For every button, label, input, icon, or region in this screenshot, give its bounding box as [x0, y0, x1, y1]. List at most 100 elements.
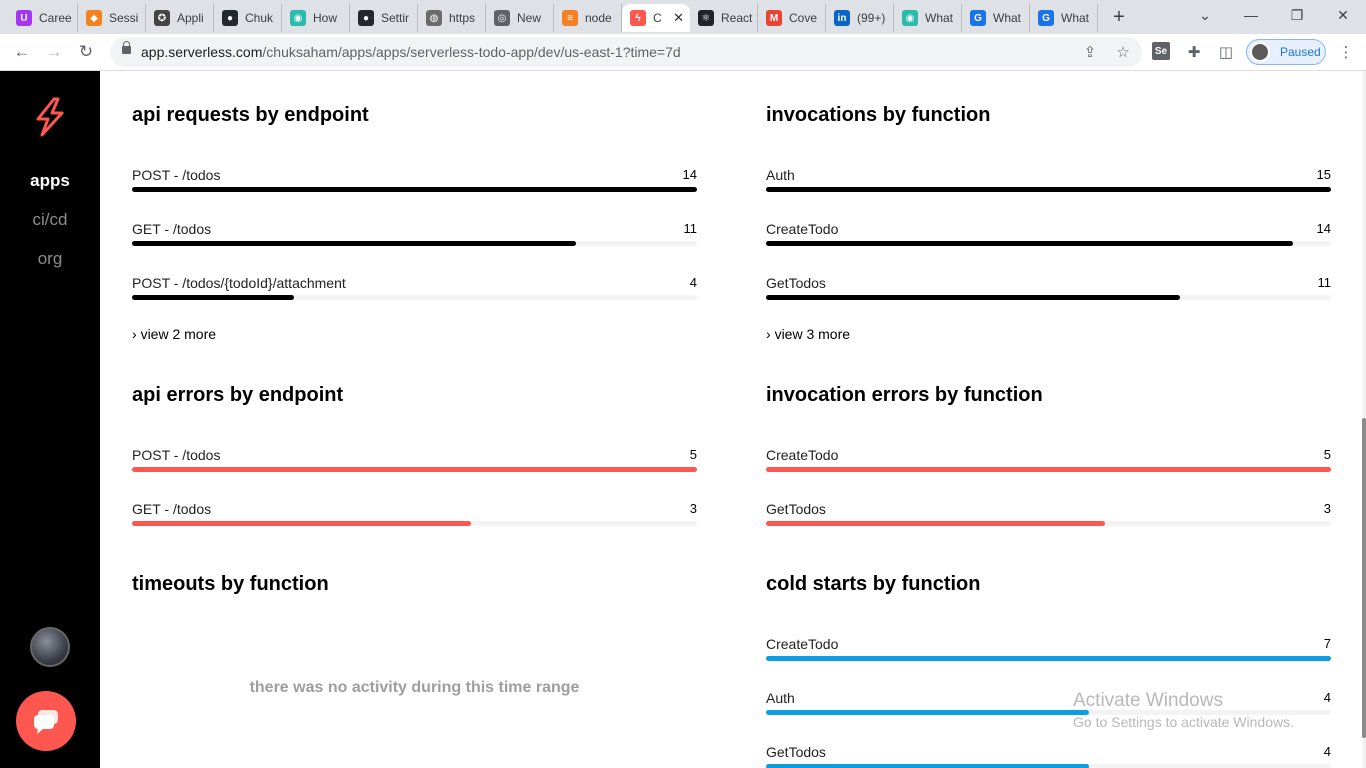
metric-row[interactable]: GET - /todos 11 [132, 221, 697, 261]
browser-tab[interactable]: ⚛ React [690, 4, 758, 32]
metric-row[interactable]: Auth 15 [766, 167, 1331, 207]
metric-bar-track [766, 187, 1331, 192]
share-icon[interactable]: ⇪ [1080, 42, 1100, 62]
metric-label: CreateTodo [766, 447, 839, 463]
metric-row[interactable]: POST - /todos 5 [132, 447, 697, 487]
metric-value: 5 [689, 447, 697, 462]
metric-bar-fill [132, 241, 577, 246]
browser-tab[interactable]: ◍ https [418, 4, 486, 32]
browser-tab[interactable]: ◉ What [894, 4, 962, 32]
profile-button[interactable]: Paused [1246, 39, 1326, 65]
metric-value: 4 [689, 275, 697, 290]
browser-tab[interactable]: ϟ C ✕ [622, 4, 690, 32]
browser-tab[interactable]: ◎ New [486, 4, 554, 32]
browser-tab[interactable]: ✪ Appli [146, 4, 214, 32]
github-icon: ● [222, 10, 238, 26]
metric-label: GET - /todos [132, 501, 212, 517]
extensions-puzzle-icon[interactable]: ✚ [1184, 42, 1204, 62]
metric-value: 15 [1316, 167, 1331, 182]
metric-row[interactable]: POST - /todos 14 [132, 167, 697, 207]
grammarly-icon: G [970, 10, 986, 26]
metric-row[interactable]: GetTodos 4 [766, 744, 1331, 768]
metric-label: Auth [766, 167, 795, 183]
sidebar-item-cicd[interactable]: ci/cd [0, 210, 100, 230]
forward-arrow-icon[interactable]: → [42, 40, 66, 64]
tab-title: Sessi [109, 11, 139, 25]
metric-label: Auth [766, 690, 795, 706]
metric-bar-track [132, 187, 697, 192]
restore-button[interactable]: ❐ [1282, 4, 1312, 26]
minimize-button[interactable]: — [1236, 4, 1266, 26]
menu-dots-icon[interactable]: ⋮ [1336, 42, 1356, 62]
tab-title: What [1061, 11, 1090, 25]
side-panel-icon[interactable]: ◫ [1216, 42, 1236, 62]
metric-row[interactable]: GetTodos 11 [766, 275, 1331, 315]
serverless-logo-icon[interactable] [32, 97, 68, 137]
user-avatar[interactable] [30, 627, 70, 667]
metric-value: 5 [1323, 447, 1331, 462]
metric-value: 4 [1323, 690, 1331, 705]
metric-bar-fill [132, 187, 697, 192]
metric-label: POST - /todos [132, 447, 221, 463]
metrics-panel: api requests by endpoint POST - /todos 14… [100, 71, 1363, 768]
metric-bar-track [132, 241, 697, 246]
reload-icon[interactable]: ↻ [74, 40, 98, 64]
close-tab-icon[interactable]: ✕ [673, 10, 684, 26]
gmail-icon: M [766, 10, 782, 26]
metric-bar-fill [766, 241, 1294, 246]
github-icon: ● [358, 10, 374, 26]
tab-title: Cove [789, 11, 818, 25]
metric-value: 4 [1323, 744, 1331, 759]
sidebar-item-org[interactable]: org [0, 249, 100, 269]
metric-row[interactable]: CreateTodo 5 [766, 447, 1331, 487]
selenium-extension-icon[interactable]: Se [1152, 42, 1170, 60]
close-window-button[interactable]: ✕ [1328, 4, 1358, 26]
browser-tab[interactable]: in (99+) [826, 4, 894, 32]
metric-row[interactable]: CreateTodo 14 [766, 221, 1331, 261]
metric-bar-track [132, 295, 697, 300]
tab-title: (99+) [857, 11, 886, 25]
sidebar-item-apps[interactable]: apps [0, 171, 100, 191]
url-text[interactable]: app.serverless.com/chuksaham/apps/apps/s… [141, 44, 681, 60]
browser-tab[interactable]: ◆ Sessi [78, 4, 146, 32]
metric-bar-fill [766, 656, 1331, 661]
tab-title: What [925, 11, 954, 25]
metric-value: 11 [1317, 275, 1332, 290]
address-bar[interactable]: app.serverless.com/chuksaham/apps/apps/s… [110, 37, 1142, 67]
tab-title: New [517, 11, 542, 25]
scrollbar-thumb[interactable] [1362, 418, 1366, 738]
metric-bar-fill [766, 467, 1331, 472]
browser-tab[interactable]: U Caree [8, 4, 78, 32]
browser-tab[interactable]: ● Settir [350, 4, 418, 32]
browser-tab[interactable]: ◉ How [282, 4, 350, 32]
metric-row[interactable]: GetTodos 3 [766, 501, 1331, 541]
metric-bar-track [766, 295, 1331, 300]
browser-tab[interactable]: M Cove [758, 4, 826, 32]
card-title: timeouts by function [132, 573, 329, 595]
serverless-icon: ϟ [630, 10, 646, 26]
new-tab-button[interactable]: + [1108, 6, 1130, 28]
metric-row[interactable]: GET - /todos 3 [132, 501, 697, 541]
tab-title: What [993, 11, 1022, 25]
browser-tab[interactable]: G What [962, 4, 1030, 32]
lock-icon[interactable] [122, 41, 131, 54]
metric-row[interactable]: POST - /todos/{todoId}/attachment 4 [132, 275, 697, 315]
chat-support-button[interactable] [16, 691, 76, 751]
browser-tab[interactable]: G What [1030, 4, 1098, 32]
metric-bar-fill [766, 187, 1331, 192]
bookmark-star-icon[interactable]: ☆ [1113, 42, 1133, 62]
tab-title: https [449, 11, 476, 25]
browser-tab[interactable]: ● Chuk [214, 4, 282, 32]
metric-bar-fill [766, 295, 1181, 300]
view-more-link[interactable]: › view 2 more [132, 326, 216, 342]
browser-tab[interactable]: ≡ node [554, 4, 622, 32]
metric-row[interactable]: CreateTodo 7 [766, 636, 1331, 676]
view-more-link[interactable]: › view 3 more [766, 326, 850, 342]
card-title: invocation errors by function [766, 384, 1043, 406]
tab-title: How [313, 11, 338, 25]
metric-bar-fill [132, 521, 471, 526]
metric-value: 11 [683, 221, 698, 236]
tab-search-chevron-icon[interactable]: ⌄ [1190, 4, 1220, 26]
back-arrow-icon[interactable]: ← [10, 40, 34, 64]
metric-bar-fill [766, 710, 1089, 715]
